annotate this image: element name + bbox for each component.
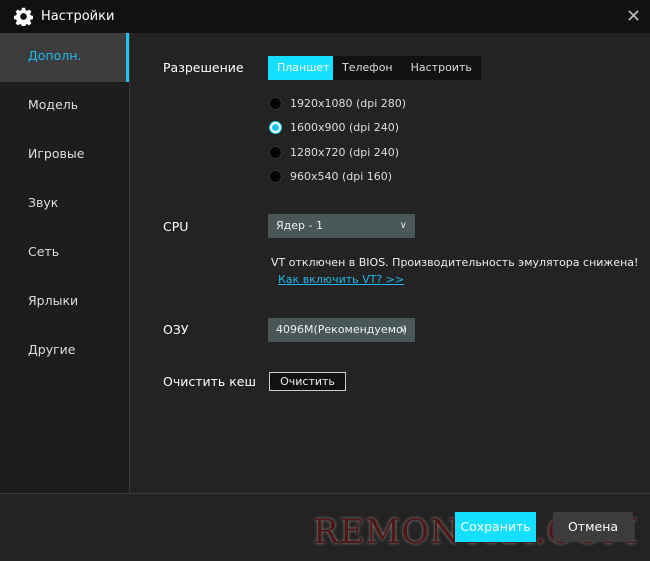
enable-vt-link[interactable]: Как включить VT? >>	[278, 273, 404, 286]
radio-selected-icon	[269, 121, 282, 134]
resolution-label: Разрешение	[163, 60, 244, 75]
clear-cache-button[interactable]: Очистить	[269, 372, 346, 391]
resolution-option-1280[interactable]: 1280x720 (dpi 240)	[269, 146, 399, 159]
resolution-tabs: Планшет Телефон Настроить	[268, 56, 481, 80]
title-bar: Настройки ✕	[0, 0, 650, 33]
close-icon[interactable]: ✕	[626, 6, 641, 27]
sidebar-item-games[interactable]: Игровые	[0, 131, 129, 180]
resolution-option-960[interactable]: 960x540 (dpi 160)	[269, 170, 392, 183]
ram-select[interactable]: 4096M(Рекомендуемо) ∨	[268, 318, 415, 342]
ram-label: ОЗУ	[163, 322, 189, 337]
option-label: 1280x720 (dpi 240)	[290, 146, 400, 159]
radio-icon	[269, 146, 282, 159]
window-title: Настройки	[41, 9, 115, 24]
sidebar-item-advanced[interactable]: Дополн.	[0, 33, 129, 82]
chevron-down-icon: ∨	[399, 220, 407, 231]
sidebar-item-other[interactable]: Другие	[0, 327, 129, 376]
cpu-value: Ядер - 1	[276, 219, 323, 232]
sidebar-item-model[interactable]: Модель	[0, 82, 129, 131]
radio-icon	[269, 170, 282, 183]
sidebar-item-sound[interactable]: Звук	[0, 180, 129, 229]
cancel-button[interactable]: Отмена	[553, 512, 633, 542]
option-label: 1920x1080 (dpi 280)	[290, 97, 407, 110]
tab-tablet[interactable]: Планшет	[268, 56, 333, 80]
resolution-option-1920[interactable]: 1920x1080 (dpi 280)	[269, 97, 406, 110]
tab-custom[interactable]: Настроить	[402, 56, 481, 80]
sidebar-item-network[interactable]: Сеть	[0, 229, 129, 278]
sidebar-item-shortcuts[interactable]: Ярлыки	[0, 278, 129, 327]
sidebar: Дополн. Модель Игровые Звук Сеть Ярлыки …	[0, 33, 130, 493]
option-label: 960x540 (dpi 160)	[290, 170, 393, 183]
clear-cache-label: Очистить кеш	[163, 374, 256, 389]
save-button[interactable]: Сохранить	[455, 512, 536, 542]
gear-icon	[14, 7, 33, 26]
option-label: 1600x900 (dpi 240)	[290, 121, 400, 134]
radio-icon	[269, 97, 282, 110]
cpu-label: CPU	[163, 219, 189, 234]
ram-value: 4096M(Рекомендуемо)	[276, 323, 408, 336]
chevron-down-icon: ∨	[399, 324, 407, 335]
tab-phone[interactable]: Телефон	[333, 56, 402, 80]
cpu-select[interactable]: Ядер - 1 ∨	[268, 214, 415, 238]
vt-warning: VT отключен в BIOS. Производительность э…	[271, 256, 639, 269]
resolution-option-1600[interactable]: 1600x900 (dpi 240)	[269, 121, 399, 134]
